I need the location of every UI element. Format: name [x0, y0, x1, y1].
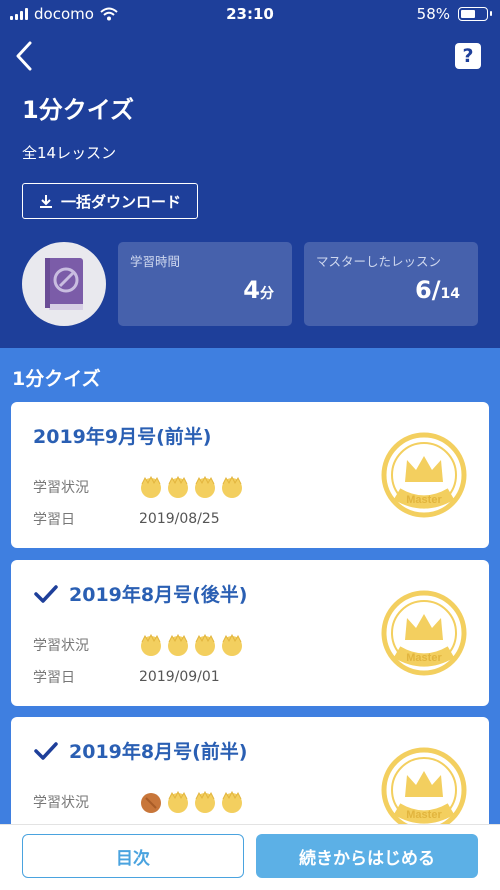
status-label: 学習状況 — [33, 480, 89, 496]
bronze-medal-icon — [141, 793, 161, 813]
continue-button[interactable]: 続きからはじめる — [256, 834, 478, 878]
lesson-card[interactable]: 2019年8月号(後半) 学習状況 学習日 2019/09/01 Master — [11, 560, 489, 706]
gold-medal-icon — [141, 476, 161, 498]
gold-medal-icon — [168, 476, 188, 498]
chevron-left-icon — [16, 41, 32, 71]
medal-row — [139, 791, 247, 813]
bottom-action-bar: 目次 続きからはじめる — [0, 824, 500, 890]
date-label: 学習日 — [33, 670, 75, 686]
study-date: 2019/09/01 — [139, 669, 220, 685]
course-avatar — [22, 242, 106, 326]
lesson-count: 全14レッスン — [22, 144, 117, 162]
section-title: 1分クイズ — [12, 368, 101, 390]
lesson-title: 2019年8月号(前半) — [69, 741, 248, 763]
mastered-lessons-card: マスターしたレッスン 6/14 — [304, 242, 478, 326]
study-time-card: 学習時間 4分 — [118, 242, 292, 326]
gold-medal-icon — [168, 634, 188, 656]
study-date: 2019/08/25 — [139, 511, 220, 527]
status-label: 学習状況 — [33, 795, 89, 811]
mastered-label: マスターしたレッスン — [316, 254, 442, 269]
lesson-title: 2019年9月号(前半) — [33, 426, 212, 448]
study-time-label: 学習時間 — [130, 254, 181, 269]
master-badge-icon: Master — [381, 432, 467, 518]
page-title: 1分クイズ — [22, 96, 134, 124]
medal-row — [139, 476, 247, 498]
gold-medal-icon — [222, 476, 242, 498]
status-bar: docomo 23:10 58% — [0, 0, 500, 30]
gold-medal-icon — [195, 791, 215, 813]
book-icon — [45, 258, 83, 310]
master-badge-label: Master — [406, 809, 442, 821]
header: docomo 23:10 58% ? 1分クイズ 全14レッスン 一括ダウンロー… — [0, 0, 500, 348]
master-badge-icon: Master — [381, 747, 467, 833]
lesson-card[interactable]: 2019年9月号(前半) 学習状況 学習日 2019/08/25 Master — [11, 402, 489, 548]
back-button[interactable] — [12, 38, 40, 74]
master-badge-label: Master — [406, 652, 442, 664]
date-label: 学習日 — [33, 512, 75, 528]
battery-icon — [458, 7, 492, 21]
study-time-unit: 分 — [260, 286, 274, 302]
check-icon — [34, 741, 58, 760]
bulk-download-label: 一括ダウンロード — [60, 192, 181, 211]
gold-medal-icon — [195, 476, 215, 498]
check-icon — [34, 584, 58, 603]
bulk-download-button[interactable]: 一括ダウンロード — [22, 183, 198, 219]
table-of-contents-button[interactable]: 目次 — [22, 834, 244, 878]
gold-medal-icon — [195, 634, 215, 656]
master-badge-label: Master — [406, 494, 442, 506]
mastered-total: 14 — [440, 286, 460, 302]
battery-percent: 58% — [416, 5, 450, 23]
gold-medal-icon — [222, 634, 242, 656]
gold-medal-icon — [222, 791, 242, 813]
lesson-title: 2019年8月号(後半) — [69, 584, 248, 606]
status-label: 学習状況 — [33, 638, 89, 654]
gold-medal-icon — [168, 791, 188, 813]
mastered-value: 6/ — [415, 276, 441, 304]
gold-medal-icon — [141, 634, 161, 656]
master-badge-icon: Master — [381, 590, 467, 676]
help-button[interactable]: ? — [455, 43, 481, 69]
study-time-value: 4 — [243, 276, 260, 304]
download-icon — [39, 195, 52, 208]
medal-row — [139, 634, 247, 656]
